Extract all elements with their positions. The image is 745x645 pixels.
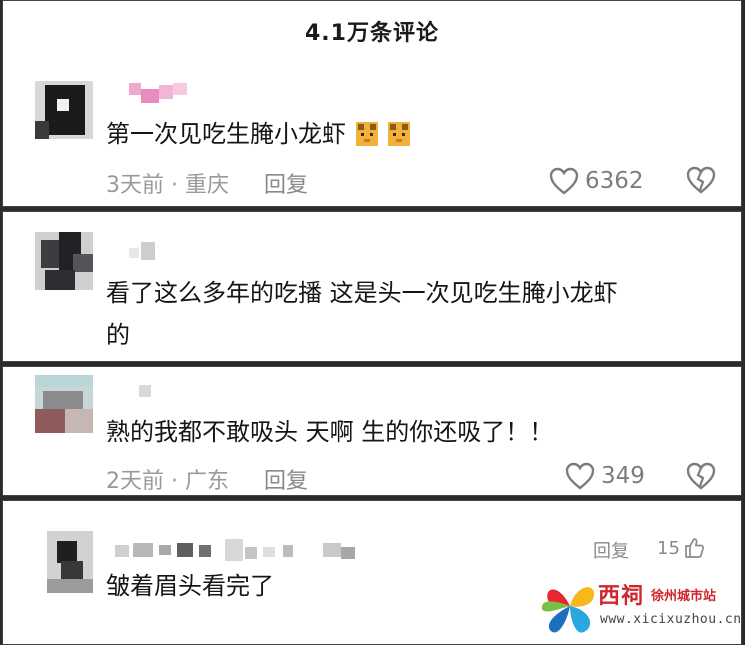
reply-button[interactable]: 回复 (264, 173, 308, 198)
comment-text: 第一次见吃生腌小龙虾 (106, 113, 410, 155)
like-count: 15 (657, 537, 680, 559)
broken-heart-icon[interactable] (686, 166, 716, 194)
avatar[interactable] (35, 232, 93, 290)
like-button[interactable]: 6362 (549, 167, 644, 195)
cat-face-icon (388, 122, 410, 146)
like-count: 6362 (585, 168, 644, 194)
watermark-sub: 徐州城市站 (651, 589, 717, 604)
heart-icon (565, 462, 595, 490)
reply-button[interactable]: 回复 (264, 469, 308, 494)
username-blurred[interactable] (129, 242, 169, 264)
avatar[interactable] (35, 375, 93, 433)
cat-face-icon (356, 122, 378, 146)
username-blurred[interactable] (139, 385, 159, 407)
comment-text: 看了这么多年的吃播 这是头一次见吃生腌小龙虾 的 (106, 279, 618, 349)
like-button[interactable]: 15 (657, 537, 705, 559)
heart-icon (549, 167, 579, 195)
broken-heart-icon[interactable] (686, 462, 716, 490)
comment-count-title: 4.1万条评论 (305, 21, 439, 46)
watermark-url: www.xicixuzhou.cn (600, 612, 742, 627)
comment-text: 皱着眉头看完了 (106, 572, 274, 600)
like-button[interactable]: 349 (565, 462, 645, 490)
username-blurred[interactable] (129, 83, 189, 105)
xici-watermark-logo: 西祠 徐州城市站 www.xicixuzhou.cn (540, 576, 742, 642)
username-blurred[interactable] (115, 539, 365, 561)
comment-time-location: 2天前 · 广东 (106, 469, 229, 494)
like-count: 349 (601, 463, 645, 489)
thumbs-up-icon (685, 538, 704, 558)
comment-meta: 2天前 · 广东 回复 (106, 463, 308, 495)
watermark-name: 西祠 (598, 584, 645, 609)
avatar[interactable] (47, 531, 93, 593)
avatar[interactable] (35, 81, 93, 139)
comment-meta: 3天前 · 重庆 回复 (106, 167, 308, 199)
comment-panel-2: 看了这么多年的吃播 这是头一次见吃生腌小龙虾 的 (2, 211, 742, 362)
comment-text: 熟的我都不敢吸头 天啊 生的你还吸了！！ (106, 418, 554, 446)
comment-panel-3: 熟的我都不敢吸头 天啊 生的你还吸了！！ 2天前 · 广东 回复 349 (2, 366, 742, 496)
reply-button[interactable]: 回复 (593, 537, 629, 563)
comment-time-location: 3天前 · 重庆 (106, 173, 229, 198)
flower-logo-icon (541, 587, 595, 633)
comment-panel-1: 4.1万条评论 第一次见吃生腌小龙虾 3天前 · 重庆 回复 6362 (2, 0, 742, 207)
